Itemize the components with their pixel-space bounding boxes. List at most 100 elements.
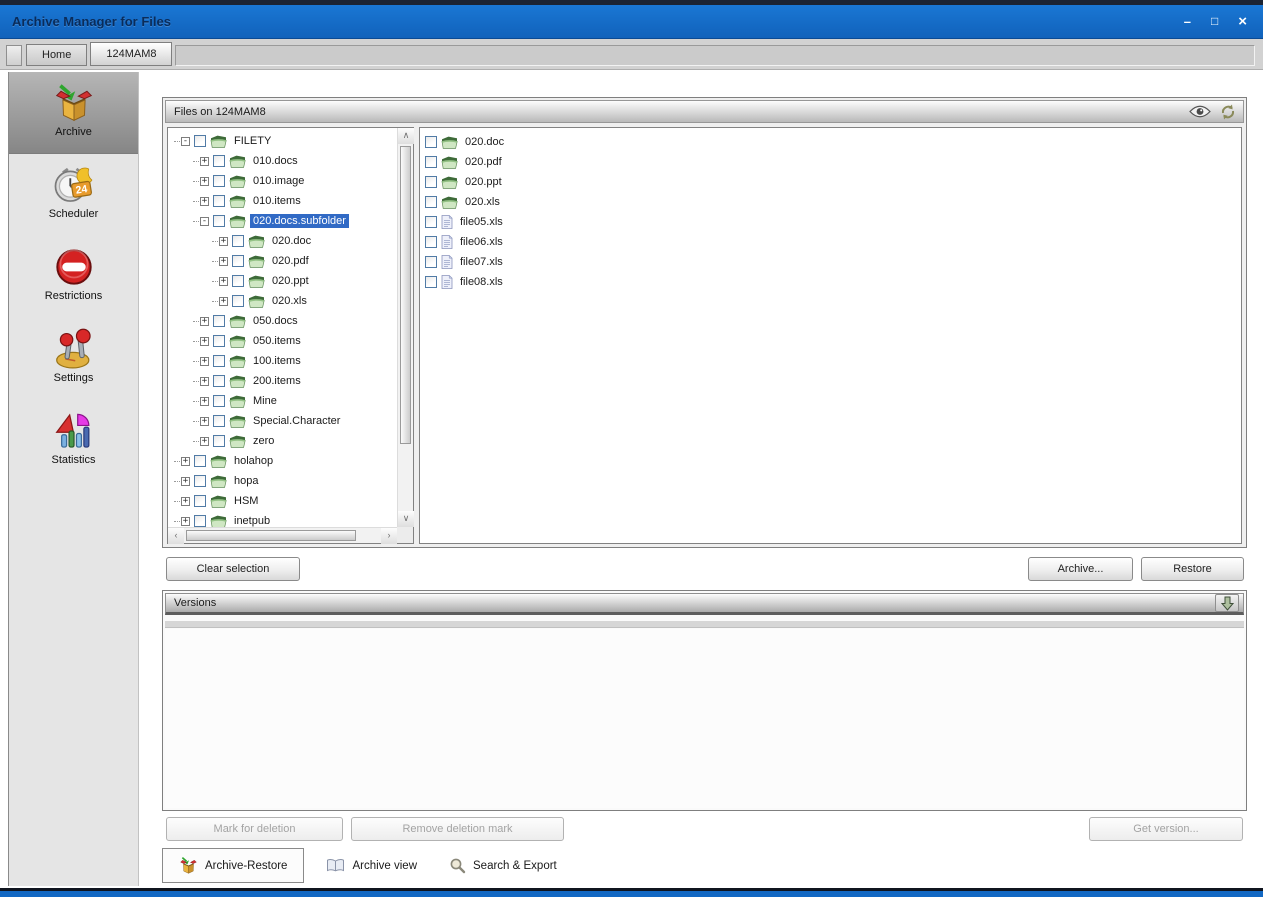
file-item-label[interactable]: file06.xls bbox=[457, 235, 506, 249]
checkbox[interactable] bbox=[425, 176, 437, 188]
checkbox[interactable] bbox=[213, 355, 225, 367]
checkbox[interactable] bbox=[425, 136, 437, 148]
tree-item[interactable]: + HSM bbox=[168, 491, 397, 511]
eye-icon[interactable] bbox=[1189, 105, 1211, 118]
expand-icon[interactable]: + bbox=[200, 436, 209, 446]
checkbox[interactable] bbox=[425, 216, 437, 228]
tree-item-label[interactable]: 020.pdf bbox=[269, 254, 312, 268]
tree-item[interactable]: - FILETY bbox=[168, 131, 397, 151]
tree-item-label[interactable]: Mine bbox=[250, 394, 280, 408]
file-item[interactable]: file07.xls bbox=[420, 252, 1241, 272]
file-item-label[interactable]: file08.xls bbox=[457, 275, 506, 289]
expand-icon[interactable]: + bbox=[200, 396, 209, 406]
tree-item[interactable]: - 020.docs.subfolder bbox=[168, 211, 397, 231]
checkbox[interactable] bbox=[232, 235, 244, 247]
tree-horizontal-scrollbar[interactable]: ‹ › bbox=[168, 527, 397, 544]
expand-icon[interactable]: + bbox=[181, 456, 190, 466]
tree-item[interactable]: +020.doc bbox=[168, 231, 397, 251]
tree-item-label[interactable]: 020.ppt bbox=[269, 274, 312, 288]
tree-item[interactable]: +050.docs bbox=[168, 311, 397, 331]
checkbox[interactable] bbox=[425, 196, 437, 208]
tree-item[interactable]: + Mine bbox=[168, 391, 397, 411]
horizontal-scroll-thumb[interactable] bbox=[186, 530, 356, 541]
tree-item-label[interactable]: 020.doc bbox=[269, 234, 314, 248]
tree-item-label[interactable]: 010.items bbox=[250, 194, 304, 208]
expand-icon[interactable]: + bbox=[200, 336, 209, 346]
expand-icon[interactable]: + bbox=[219, 236, 228, 246]
tree-item[interactable]: + inetpub bbox=[168, 511, 397, 527]
maximize-button[interactable]: □ bbox=[1211, 15, 1218, 28]
checkbox[interactable] bbox=[194, 135, 206, 147]
tree-item[interactable]: +010.image bbox=[168, 171, 397, 191]
scroll-down-icon[interactable]: ∨ bbox=[398, 511, 414, 527]
tree-item-label[interactable]: holahop bbox=[231, 454, 276, 468]
checkbox[interactable] bbox=[213, 215, 225, 227]
collapse-icon[interactable]: - bbox=[181, 136, 190, 146]
tree-vertical-scrollbar[interactable]: ∧ ∨ bbox=[397, 128, 414, 527]
bottomtab-archive-view[interactable]: Archive view bbox=[310, 848, 433, 883]
file-item-label[interactable]: 020.doc bbox=[462, 135, 507, 149]
file-item[interactable]: file08.xls bbox=[420, 272, 1241, 292]
tree-item[interactable]: + holahop bbox=[168, 451, 397, 471]
close-button[interactable]: × bbox=[1238, 14, 1247, 29]
expand-icon[interactable]: + bbox=[200, 376, 209, 386]
tree-item[interactable]: +020.xls bbox=[168, 291, 397, 311]
file-item[interactable]: 020.xls bbox=[420, 192, 1241, 212]
tree-item[interactable]: +020.pdf bbox=[168, 251, 397, 271]
file-item-label[interactable]: 020.pdf bbox=[462, 155, 505, 169]
checkbox[interactable] bbox=[213, 315, 225, 327]
checkbox[interactable] bbox=[425, 236, 437, 248]
checkbox[interactable] bbox=[232, 295, 244, 307]
tree-item-label[interactable]: 200.items bbox=[250, 374, 304, 388]
file-item-label[interactable]: file07.xls bbox=[457, 255, 506, 269]
tab-home[interactable]: Home bbox=[26, 44, 88, 66]
get-version-button[interactable]: Get version... bbox=[1089, 817, 1243, 841]
tree-item[interactable]: + zero bbox=[168, 431, 397, 451]
tree-item-label[interactable]: 010.image bbox=[250, 174, 307, 188]
tree-item[interactable]: +100.items bbox=[168, 351, 397, 371]
checkbox[interactable] bbox=[213, 395, 225, 407]
checkbox[interactable] bbox=[213, 175, 225, 187]
checkbox[interactable] bbox=[213, 415, 225, 427]
tree-item-label[interactable]: Special.Character bbox=[250, 414, 343, 428]
tree-item[interactable]: + hopa bbox=[168, 471, 397, 491]
remove-deletion-mark-button[interactable]: Remove deletion mark bbox=[351, 817, 564, 841]
scroll-left-icon[interactable]: ‹ bbox=[168, 528, 184, 544]
tree-item-label[interactable]: 100.items bbox=[250, 354, 304, 368]
tab-124mam8[interactable]: 124MAM8 bbox=[90, 42, 173, 66]
checkbox[interactable] bbox=[232, 275, 244, 287]
file-item[interactable]: 020.pdf bbox=[420, 152, 1241, 172]
expand-icon[interactable]: + bbox=[200, 176, 209, 186]
tree-item-label[interactable]: 050.docs bbox=[250, 314, 301, 328]
sidebar-item-restrictions[interactable]: Restrictions bbox=[9, 236, 138, 318]
tree-item[interactable]: +050.items bbox=[168, 331, 397, 351]
expand-icon[interactable]: + bbox=[200, 316, 209, 326]
expand-icon[interactable]: + bbox=[219, 276, 228, 286]
checkbox[interactable] bbox=[194, 495, 206, 507]
minimize-button[interactable]: – bbox=[1184, 15, 1191, 28]
checkbox[interactable] bbox=[213, 335, 225, 347]
checkbox[interactable] bbox=[425, 276, 437, 288]
checkbox[interactable] bbox=[425, 156, 437, 168]
file-item[interactable]: 020.ppt bbox=[420, 172, 1241, 192]
restore-button[interactable]: Restore bbox=[1141, 557, 1244, 581]
sidebar-item-statistics[interactable]: Statistics bbox=[9, 400, 138, 482]
tree-item-label[interactable]: hopa bbox=[231, 474, 261, 488]
tree-item-label[interactable]: 020.xls bbox=[269, 294, 310, 308]
collapse-icon[interactable]: - bbox=[200, 216, 209, 226]
scroll-right-icon[interactable]: › bbox=[381, 528, 397, 544]
collapse-down-arrow-icon[interactable] bbox=[1215, 594, 1239, 612]
tree-item-label[interactable]: HSM bbox=[231, 494, 261, 508]
checkbox[interactable] bbox=[194, 515, 206, 527]
tree-item[interactable]: +010.items bbox=[168, 191, 397, 211]
refresh-icon[interactable] bbox=[1219, 103, 1237, 121]
sidebar-item-archive[interactable]: Archive bbox=[9, 72, 138, 154]
bottomtab-search-export[interactable]: Search & Export bbox=[433, 848, 573, 883]
clear-selection-button[interactable]: Clear selection bbox=[166, 557, 300, 581]
file-item-label[interactable]: file05.xls bbox=[457, 215, 506, 229]
tree-item-label[interactable]: 020.docs.subfolder bbox=[250, 214, 349, 228]
expand-icon[interactable]: + bbox=[219, 296, 228, 306]
vertical-scroll-thumb[interactable] bbox=[400, 146, 411, 444]
tree-item[interactable]: + Special.Character bbox=[168, 411, 397, 431]
mark-for-deletion-button[interactable]: Mark for deletion bbox=[166, 817, 343, 841]
